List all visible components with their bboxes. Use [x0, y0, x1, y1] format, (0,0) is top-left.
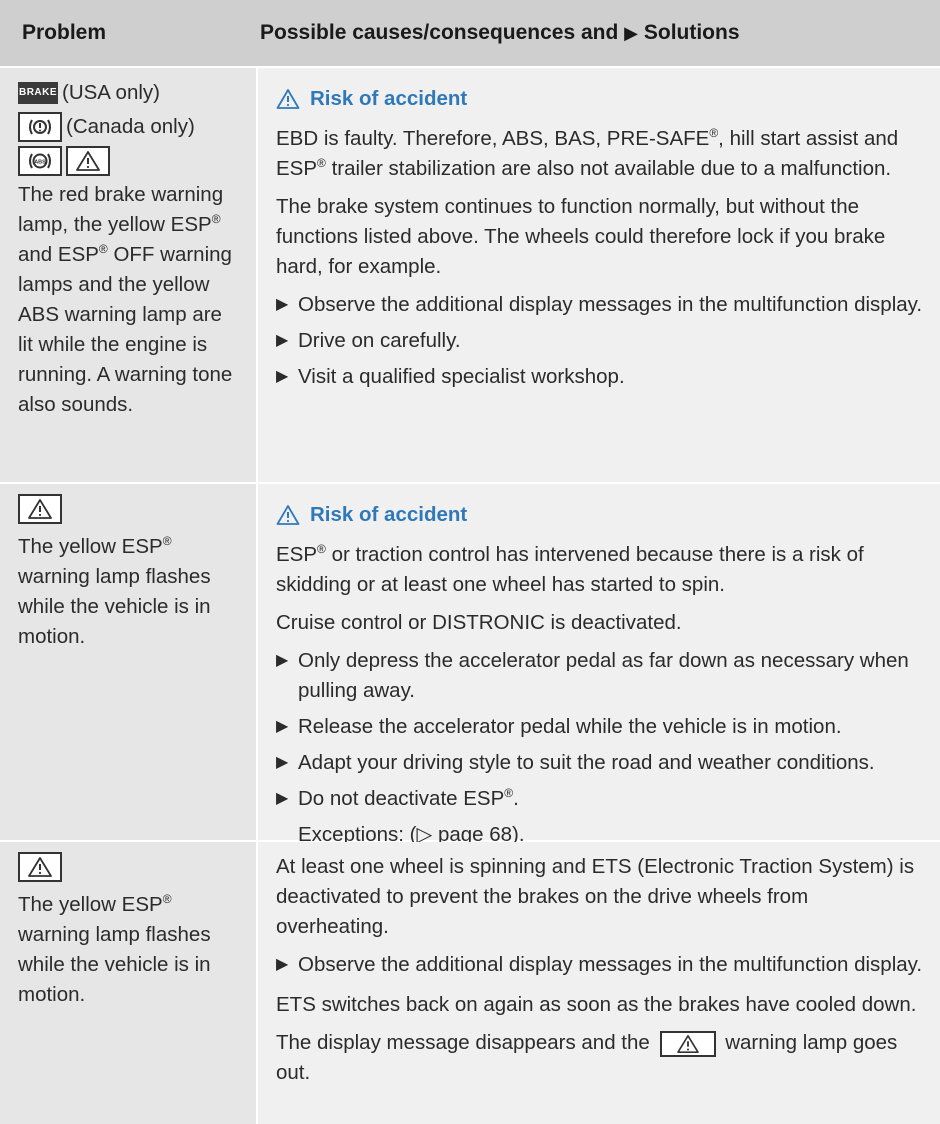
list-item-text: Drive on carefully. — [298, 329, 461, 352]
problem-cell: The yellow ESP® warning lamp flashes whi… — [0, 842, 258, 1124]
list-item: ▶ Do not deactivate ESP®. — [276, 784, 926, 814]
problem-cell: BRAKE (USA only) (Canada only) ABS The r… — [0, 68, 258, 482]
table-row: The yellow ESP® warning lamp flashes whi… — [0, 484, 940, 846]
lamp-line-usa: BRAKE (USA only) — [18, 76, 242, 110]
list-item-text: Visit a qualified specialist workshop. — [298, 365, 625, 388]
brake-circle-lamp-icon — [18, 112, 62, 142]
bullet-arrow-icon: ▶ — [276, 956, 289, 973]
abs-lamp-icon: ABS — [18, 146, 62, 176]
list-item: ▶ Observe the additional display messages… — [276, 290, 926, 320]
svg-text:ABS: ABS — [34, 160, 46, 166]
problem-text: The yellow ESP® warning lamp flashes whi… — [18, 892, 211, 1006]
lamp-line-abs-esp: ABS — [18, 144, 242, 178]
usa-only-label: (USA only) — [62, 81, 160, 104]
header-solutions-suffix: Solutions — [643, 21, 740, 44]
list-item: ▶ Visit a qualified specialist workshop. — [276, 362, 926, 392]
table-row: The yellow ESP® warning lamp flashes whi… — [0, 842, 940, 1124]
canada-only-label: (Canada only) — [66, 115, 195, 138]
header-solutions-prefix: Possible causes/consequences and — [260, 21, 619, 44]
table-row: BRAKE (USA only) (Canada only) ABS The r… — [0, 68, 940, 484]
troubleshooting-table: Problem Possible causes/consequences and… — [0, 0, 940, 1124]
list-item: ▶ Release the accelerator pedal while the… — [276, 712, 926, 742]
solution-cell: At least one wheel is spinning and ETS (… — [258, 842, 940, 1124]
list-item-text: Observe the additional display messages … — [298, 293, 923, 316]
solution-cell: Risk of accident ESP® or traction contro… — [258, 484, 940, 846]
solution-cell: Risk of accident EBD is faulty. Therefor… — [258, 68, 940, 482]
list-item-text: Observe the additional display messages … — [298, 953, 923, 976]
warning-triangle-icon — [276, 505, 300, 525]
paragraph: The brake system continues to function n… — [276, 195, 886, 278]
paragraph: At least one wheel is spinning and ETS (… — [276, 855, 915, 938]
bullet-arrow-icon: ▶ — [276, 368, 289, 385]
bullet-arrow-icon: ▶ — [276, 296, 289, 313]
problem-text: The red brake warning lamp, the yellow E… — [18, 183, 233, 416]
list-item: ▶ Observe the additional display messages… — [276, 950, 926, 980]
lamp-line — [18, 850, 242, 884]
list-item: ▶ Only depress the accelerator pedal as f… — [276, 646, 926, 706]
brake-lamp-icon: BRAKE — [18, 82, 58, 104]
list-item: ▶ Adapt your driving style to suit the ro… — [276, 748, 926, 778]
list-item-text: Adapt your driving style to suit the roa… — [298, 751, 875, 774]
triangle-right-icon: ▶ — [624, 23, 639, 43]
paragraph: The display message disappears and the w… — [276, 1028, 926, 1088]
paragraph-text-before: The display message disappears and the — [276, 1031, 650, 1054]
risk-warning-label: Risk of accident — [310, 503, 468, 526]
list-item-text: Only depress the accelerator pedal as fa… — [298, 649, 909, 702]
paragraph: EBD is faulty. Therefore, ABS, BAS, PRE-… — [276, 126, 899, 180]
paragraph: ETS switches back on again as soon as th… — [276, 993, 917, 1016]
lamp-line-canada: (Canada only) — [18, 110, 242, 144]
header-solutions: Possible causes/consequences and ▶ Solut… — [252, 18, 940, 48]
problem-cell: The yellow ESP® warning lamp flashes whi… — [0, 484, 258, 840]
list-item: ▶ Drive on carefully. — [276, 326, 926, 356]
header-problem: Problem — [22, 21, 107, 44]
list-item-text: Do not deactivate ESP®. — [298, 786, 519, 810]
bullet-arrow-icon: ▶ — [276, 652, 289, 669]
bullet-arrow-icon: ▶ — [276, 718, 289, 735]
bullet-arrow-icon: ▶ — [276, 332, 289, 349]
lamp-line — [18, 492, 242, 526]
bullet-arrow-icon: ▶ — [276, 790, 289, 807]
list-item-text: Release the accelerator pedal while the … — [298, 715, 842, 738]
warning-triangle-icon — [276, 89, 300, 109]
risk-warning-label: Risk of accident — [310, 87, 468, 110]
esp-warning-lamp-icon — [18, 852, 62, 882]
problem-text: The yellow ESP® warning lamp flashes whi… — [18, 534, 211, 648]
esp-warning-lamp-icon — [66, 146, 110, 176]
esp-warning-lamp-icon — [18, 494, 62, 524]
paragraph: ESP® or traction control has intervened … — [276, 542, 864, 596]
table-header: Problem Possible causes/consequences and… — [0, 0, 940, 68]
risk-warning: Risk of accident — [276, 84, 926, 114]
paragraph: Cruise control or DISTRONIC is deactivat… — [276, 611, 682, 634]
bullet-arrow-icon: ▶ — [276, 754, 289, 771]
esp-warning-lamp-icon — [659, 1031, 716, 1057]
risk-warning: Risk of accident — [276, 500, 926, 530]
